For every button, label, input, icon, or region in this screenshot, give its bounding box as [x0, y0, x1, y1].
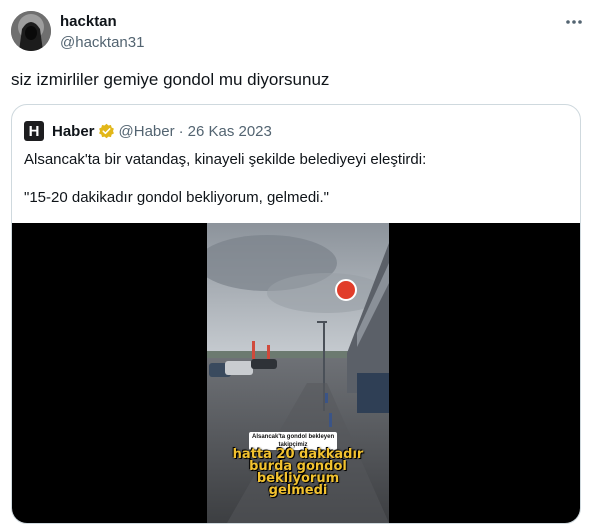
profile-sticker — [335, 279, 357, 301]
more-options-button[interactable] — [563, 12, 585, 32]
quoted-tweet-card[interactable]: H Haber @Haber · 26 Kas 2023 Alsancak'ta… — [11, 104, 581, 524]
video-caption-small-line1: Alsancak'ta gondol bekleyen — [252, 434, 335, 440]
quoted-tweet-text-line2: "15-20 dakikadır gondol bekliyorum, gelm… — [24, 189, 329, 206]
author-handle[interactable]: @hacktan31 — [60, 34, 144, 51]
quoted-tweet-header: H Haber @Haber · 26 Kas 2023 — [24, 120, 272, 142]
more-horizontal-icon — [566, 20, 582, 24]
tweet-text: siz izmirliler gemiye gondol mu diyorsun… — [11, 70, 330, 89]
quoted-author-name[interactable]: Haber — [52, 123, 95, 140]
separator-dot: · — [178, 122, 184, 140]
video-caption-big-line4: gelmedi — [268, 483, 328, 498]
verified-gold-badge-icon — [98, 123, 114, 138]
author-display-name[interactable]: hacktan — [60, 13, 117, 30]
quoted-author-handle[interactable]: @Haber — [119, 123, 175, 140]
haber-logo: H — [24, 121, 44, 141]
author-avatar[interactable] — [11, 11, 51, 51]
quoted-tweet-date[interactable]: 26 Kas 2023 — [188, 123, 272, 140]
video-caption-big: hatta 20 dakkadır burda gondol bekliyoru… — [207, 448, 389, 498]
video-player[interactable]: Alsancak'ta gondol bekleyen takipçimiz h… — [12, 223, 580, 523]
video-frame: Alsancak'ta gondol bekleyen takipçimiz h… — [207, 223, 389, 523]
hooded-figure-avatar-icon — [11, 11, 51, 51]
quoted-tweet-text-line1: Alsancak'ta bir vatandaş, kinayeli şekil… — [24, 151, 427, 168]
